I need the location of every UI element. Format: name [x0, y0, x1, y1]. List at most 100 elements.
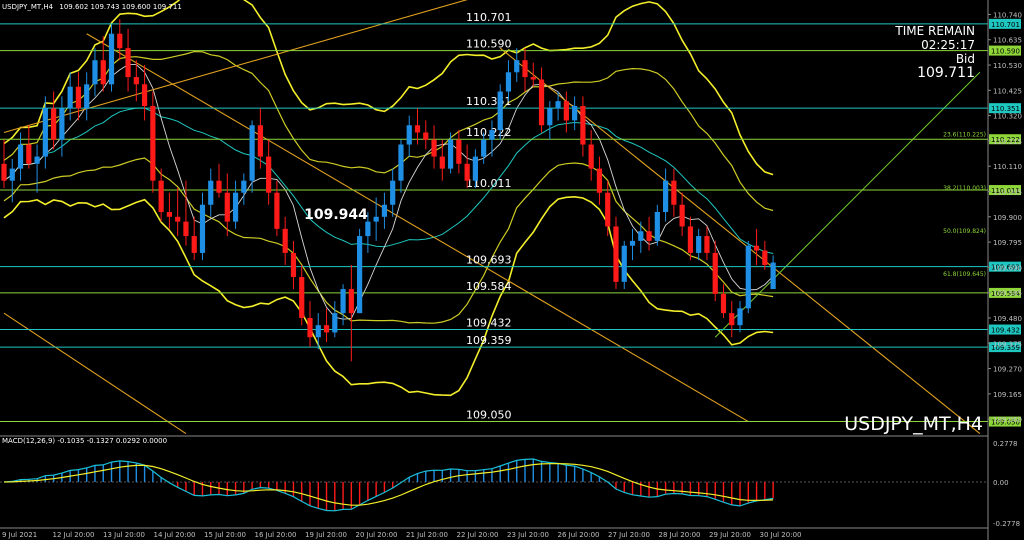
candle-body[interactable] [266, 156, 272, 193]
candle-body[interactable] [26, 144, 32, 164]
candle-body[interactable] [158, 180, 164, 212]
candle-body[interactable] [9, 168, 15, 181]
candle-body[interactable] [390, 180, 396, 205]
candle-body[interactable] [613, 226, 619, 282]
candle-body[interactable] [629, 240, 636, 246]
candle-body[interactable] [75, 86, 82, 109]
candle-body[interactable] [340, 289, 346, 314]
candle-body[interactable] [406, 125, 412, 145]
candle-body[interactable] [481, 139, 487, 157]
candle-body[interactable] [17, 144, 24, 169]
candle-body[interactable] [696, 236, 702, 253]
candle-body[interactable] [654, 211, 660, 241]
candle-body[interactable] [596, 168, 603, 193]
candle-body[interactable] [530, 77, 536, 80]
candle-body[interactable] [679, 204, 685, 227]
candle-body[interactable] [282, 228, 288, 253]
candle-body[interactable] [439, 156, 445, 169]
time-tick-label: 20 Jul 20:00 [356, 531, 398, 539]
candle-body[interactable] [42, 108, 48, 157]
candle-body[interactable] [183, 221, 189, 237]
candle-body[interactable] [299, 277, 305, 318]
candle-body[interactable] [745, 245, 751, 309]
candle-body[interactable] [117, 33, 123, 49]
candle-body[interactable] [241, 180, 247, 193]
candle-body[interactable] [51, 108, 57, 140]
candle-body[interactable] [191, 236, 197, 253]
candle-body[interactable] [332, 313, 338, 333]
candle-body[interactable] [555, 101, 561, 109]
candle-body[interactable] [414, 125, 421, 133]
candle-body[interactable] [84, 84, 90, 109]
candle-body[interactable] [720, 293, 727, 314]
candle-body[interactable] [447, 139, 454, 169]
candle-body[interactable] [687, 226, 694, 253]
candle-body[interactable] [150, 105, 156, 181]
candle-body[interactable] [464, 163, 470, 181]
candle-body[interactable] [381, 204, 388, 217]
candle-body[interactable] [373, 216, 379, 222]
candle-body[interactable] [638, 231, 644, 241]
candle-body[interactable] [92, 60, 98, 85]
candle-body[interactable] [497, 91, 503, 131]
candle-body[interactable] [770, 262, 776, 290]
candle-body[interactable] [505, 72, 512, 92]
candle-body[interactable] [663, 180, 669, 212]
candle-body[interactable] [538, 79, 545, 126]
candle-body[interactable] [646, 231, 652, 241]
macd-tick-label: -0.2778 [993, 520, 1020, 528]
candle-body[interactable] [729, 313, 735, 326]
time-tick-label: 14 Jul 20:00 [154, 531, 196, 539]
candle-body[interactable] [67, 86, 73, 109]
candle-body[interactable] [232, 192, 239, 222]
candle-body[interactable] [563, 101, 569, 121]
candle-body[interactable] [423, 132, 429, 140]
candle-body[interactable] [108, 33, 115, 85]
candle-body[interactable] [472, 156, 478, 181]
candle-body[interactable] [100, 60, 106, 85]
candle-body[interactable] [572, 105, 578, 121]
candle-body[interactable] [125, 48, 131, 78]
candle-body[interactable] [348, 289, 354, 314]
level-label: 110.351 [466, 95, 512, 108]
candle-body[interactable] [431, 139, 437, 157]
candle-body[interactable] [59, 108, 65, 140]
candle-body[interactable] [133, 77, 139, 85]
candle-body[interactable] [489, 130, 495, 140]
price-chart[interactable]: 110.701 110.701 110.590 110.590 110.351 110.3… [0, 0, 1024, 540]
candle-body[interactable] [290, 252, 297, 278]
candle-body[interactable] [199, 204, 206, 253]
candle-body[interactable] [522, 60, 528, 78]
candle-body[interactable] [671, 180, 677, 205]
candle-body[interactable] [357, 236, 363, 314]
candle-body[interactable] [141, 84, 148, 106]
candle-body[interactable] [208, 180, 214, 205]
price-tick-label: 110.740 [993, 11, 1022, 19]
candle-body[interactable] [580, 105, 586, 145]
candle-body[interactable] [175, 216, 181, 222]
candle-body[interactable] [34, 156, 40, 164]
candle-body[interactable] [365, 221, 371, 237]
candle-body[interactable] [166, 211, 172, 217]
candle-body[interactable] [315, 325, 321, 338]
candle-body[interactable] [456, 139, 462, 164]
candle-body[interactable] [257, 125, 263, 157]
candle-body[interactable] [1, 163, 7, 181]
candle-body[interactable] [547, 108, 553, 126]
candle-body[interactable] [249, 125, 255, 181]
candle-body[interactable] [588, 144, 594, 169]
candle-body[interactable] [753, 245, 760, 251]
candle-body[interactable] [274, 192, 280, 229]
candle-body[interactable] [398, 144, 404, 181]
candle-body[interactable] [216, 180, 222, 193]
candle-body[interactable] [762, 250, 768, 265]
candle-body[interactable] [704, 236, 710, 253]
candle-body[interactable] [737, 308, 743, 326]
candle-body[interactable] [514, 60, 520, 73]
candle-body[interactable] [323, 325, 330, 333]
candle-body[interactable] [307, 317, 313, 338]
candle-body[interactable] [621, 245, 627, 282]
candle-body[interactable] [224, 192, 230, 222]
candle-body[interactable] [712, 252, 718, 294]
candle-body[interactable] [605, 192, 611, 227]
